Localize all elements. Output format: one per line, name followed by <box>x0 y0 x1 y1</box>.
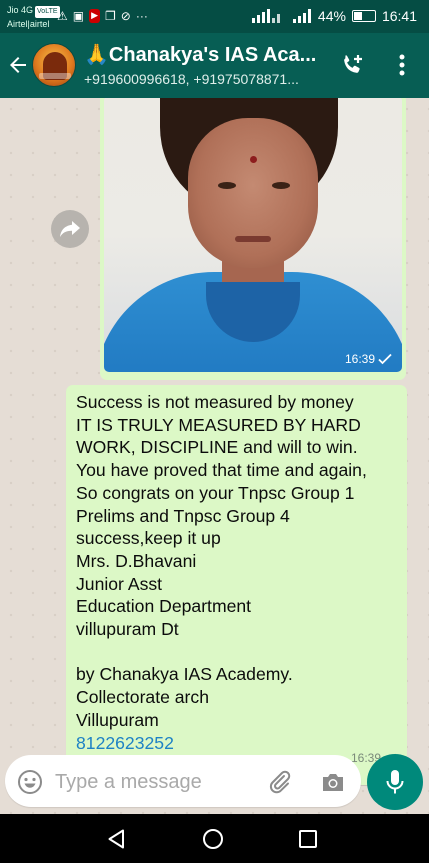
camera-icon[interactable] <box>320 769 346 795</box>
photo-eye-left <box>218 182 236 189</box>
chat-header: 🙏Chanakya's IAS Aca... +919600996618, +9… <box>0 33 429 98</box>
image-time: 16:39 <box>344 352 375 366</box>
warning-icon: ⚠ <box>57 9 68 23</box>
forward-button[interactable] <box>51 210 89 248</box>
group-avatar[interactable] <box>32 43 76 87</box>
signal-icon <box>251 9 280 23</box>
system-nav-bar <box>0 814 429 863</box>
composer-bar <box>0 750 429 814</box>
message-list[interactable]: 16:39 Success is not measured by money I… <box>0 98 429 814</box>
clock: 16:41 <box>381 8 417 24</box>
signal-icon-2 <box>292 9 311 23</box>
youtube-icon: ▶ <box>89 9 101 23</box>
attach-icon[interactable] <box>267 769 293 795</box>
nav-home-icon[interactable] <box>202 828 224 850</box>
photo-bindi <box>250 156 257 163</box>
image-message[interactable]: 16:39 <box>100 98 406 380</box>
overflow-menu-icon[interactable] <box>392 52 412 78</box>
nav-back-icon[interactable] <box>106 828 128 850</box>
photos-icon: ❐ <box>105 9 116 23</box>
forward-icon <box>60 221 80 237</box>
sent-check-icon <box>378 353 392 365</box>
notification-icons: ⚠ ▣ ▶ ❐ ⊘ ··· <box>57 9 148 23</box>
chat-participants[interactable]: +919600996618, +91975078871... <box>84 71 324 87</box>
microphone-icon <box>386 770 404 794</box>
carrier-line-1: Jio 4G <box>7 5 34 15</box>
photo-mouth <box>235 236 271 242</box>
carrier-info: Jio 4G VoLTE Airtel|airtel <box>7 4 60 30</box>
image-timestamp: 16:39 <box>345 352 392 366</box>
status-bar: Jio 4G VoLTE Airtel|airtel ⚠ ▣ ▶ ❐ ⊘ ··· … <box>0 0 429 33</box>
message-body: Success is not measured by money IT IS T… <box>76 391 401 754</box>
text-message[interactable]: Success is not measured by money IT IS T… <box>66 385 407 785</box>
photo-face <box>188 118 318 268</box>
more-icon: ··· <box>135 9 148 23</box>
message-input[interactable] <box>55 767 255 797</box>
avatar-banner <box>39 73 71 79</box>
status-right: 44% 16:41 <box>250 8 417 24</box>
nav-recents-icon[interactable] <box>298 829 318 849</box>
blocked-icon: ⊘ <box>120 9 131 23</box>
emoji-icon[interactable] <box>17 769 43 795</box>
photo-image[interactable] <box>104 98 402 372</box>
back-arrow-icon[interactable] <box>6 53 30 77</box>
gallery-icon: ▣ <box>72 9 85 23</box>
carrier-line-2: Airtel|airtel <box>7 19 50 29</box>
battery-icon <box>351 10 376 22</box>
add-call-icon[interactable] <box>338 51 366 79</box>
message-text: Success is not measured by money IT IS T… <box>76 392 367 730</box>
composer-pill <box>5 755 361 807</box>
photo-eye-right <box>272 182 290 189</box>
battery-percent: 44% <box>317 8 346 24</box>
volte-badge: VoLTE <box>35 6 60 18</box>
battery-fill <box>353 12 362 20</box>
voice-record-button[interactable] <box>367 754 423 810</box>
chat-title[interactable]: 🙏Chanakya's IAS Aca... <box>84 42 324 67</box>
